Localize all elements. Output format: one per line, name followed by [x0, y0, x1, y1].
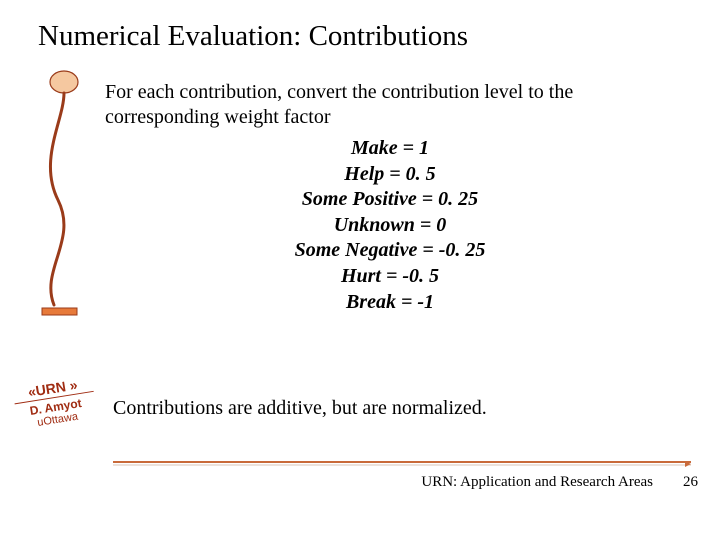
footer-text: URN: Application and Research Areas	[113, 474, 653, 491]
intro-text: For each contribution, convert the contr…	[105, 81, 573, 128]
weight-factor-list: Make = 1 Help = 0. 5 Some Positive = 0. …	[105, 136, 675, 315]
additive-note: Contributions are additive, but are norm…	[113, 397, 663, 420]
body-paragraph: For each contribution, convert the contr…	[105, 80, 675, 315]
weight-break: Break = -1	[105, 290, 675, 316]
decorative-squiggle	[40, 70, 100, 330]
footer-divider	[113, 461, 691, 467]
page-number: 26	[683, 474, 698, 491]
weight-hurt: Hurt = -0. 5	[105, 264, 675, 290]
slide-title: Numerical Evaluation: Contributions	[38, 20, 468, 53]
weight-unknown: Unknown = 0	[105, 213, 675, 239]
weight-somepos: Some Positive = 0. 25	[105, 187, 675, 213]
weight-make: Make = 1	[105, 136, 675, 162]
urn-stamp: «URN » D. Amyot uOttawa	[12, 374, 98, 432]
weight-someneg: Some Negative = -0. 25	[105, 238, 675, 264]
weight-help: Help = 0. 5	[105, 162, 675, 188]
